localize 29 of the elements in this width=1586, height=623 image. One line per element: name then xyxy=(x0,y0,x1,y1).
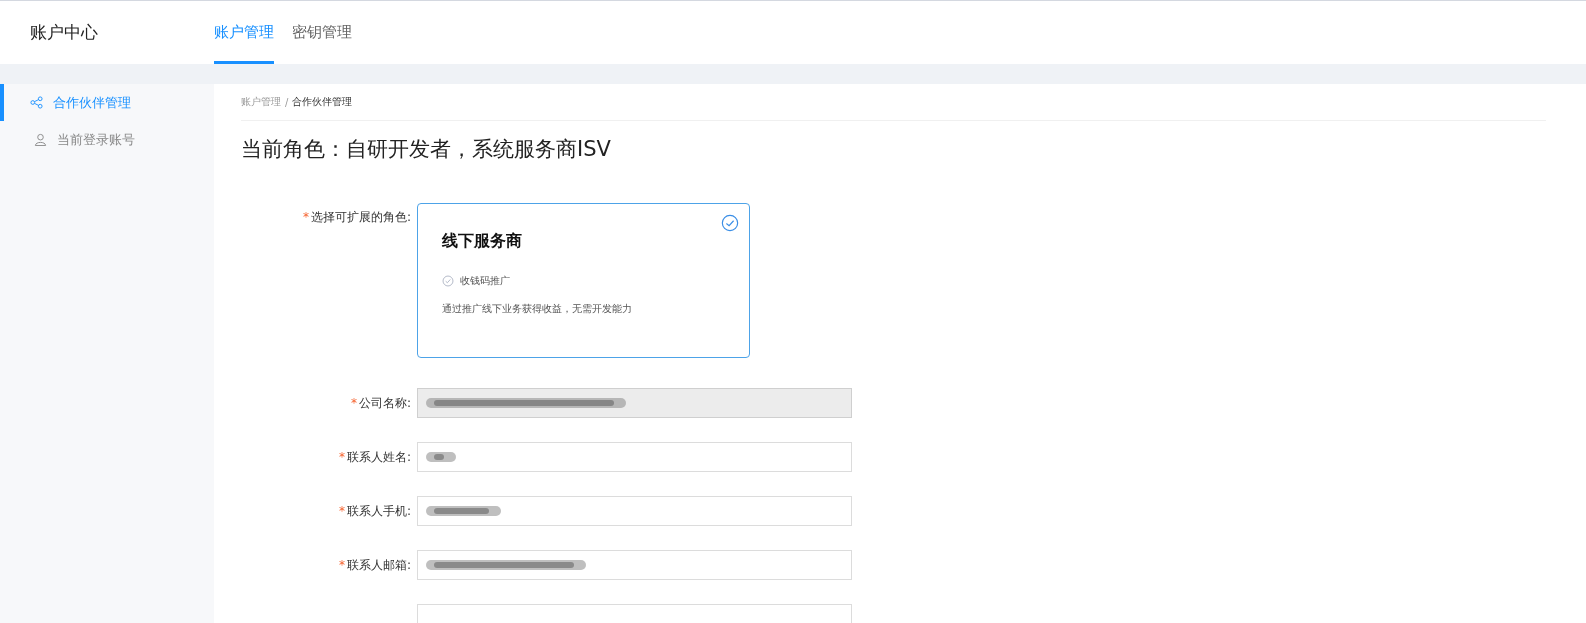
input-field[interactable] xyxy=(417,550,852,580)
required-mark: * xyxy=(302,210,309,224)
share-icon xyxy=(30,96,43,109)
field-label: 联系人手机: xyxy=(346,502,411,520)
user-icon xyxy=(34,133,47,146)
card-description: 通过推广线下业务获得收益，无需开发能力 xyxy=(442,302,633,316)
field-label: 联系人邮箱: xyxy=(346,556,411,574)
card-title: 线下服务商 xyxy=(442,231,523,252)
required-mark: * xyxy=(350,396,357,410)
check-circle-icon xyxy=(721,214,739,232)
input-field[interactable] xyxy=(417,442,852,472)
breadcrumb-link[interactable]: 账户管理 xyxy=(241,95,281,109)
required-mark: * xyxy=(338,450,345,464)
input-field[interactable] xyxy=(417,496,852,526)
field-label: 联系人姓名: xyxy=(346,448,411,466)
breadcrumb-link[interactable]: 合作伙伴管理 xyxy=(292,95,353,109)
feature-label: 收钱码推广 xyxy=(460,274,510,288)
app-title: 账户中心 xyxy=(29,21,99,44)
page-title: 当前角色：自研开发者，系统服务商ISV xyxy=(241,136,612,163)
check-circle-icon xyxy=(442,275,454,287)
role-card[interactable]: 线下服务商 收钱码推广 通过推广线下业务获得收益，无需开发能力 xyxy=(417,203,750,358)
nav-tab[interactable]: 密钥管理 xyxy=(292,1,352,64)
sidebar-item[interactable]: 合作伙伴管理 xyxy=(0,84,214,121)
field-label: 公司名称: xyxy=(358,394,411,412)
required-mark: * xyxy=(338,504,345,518)
field-label: 选择可扩展的角色: xyxy=(310,208,411,226)
breadcrumb-separator: / xyxy=(285,96,289,108)
sidebar-item[interactable]: 当前登录账号 xyxy=(0,121,214,158)
required-mark: * xyxy=(338,558,345,572)
